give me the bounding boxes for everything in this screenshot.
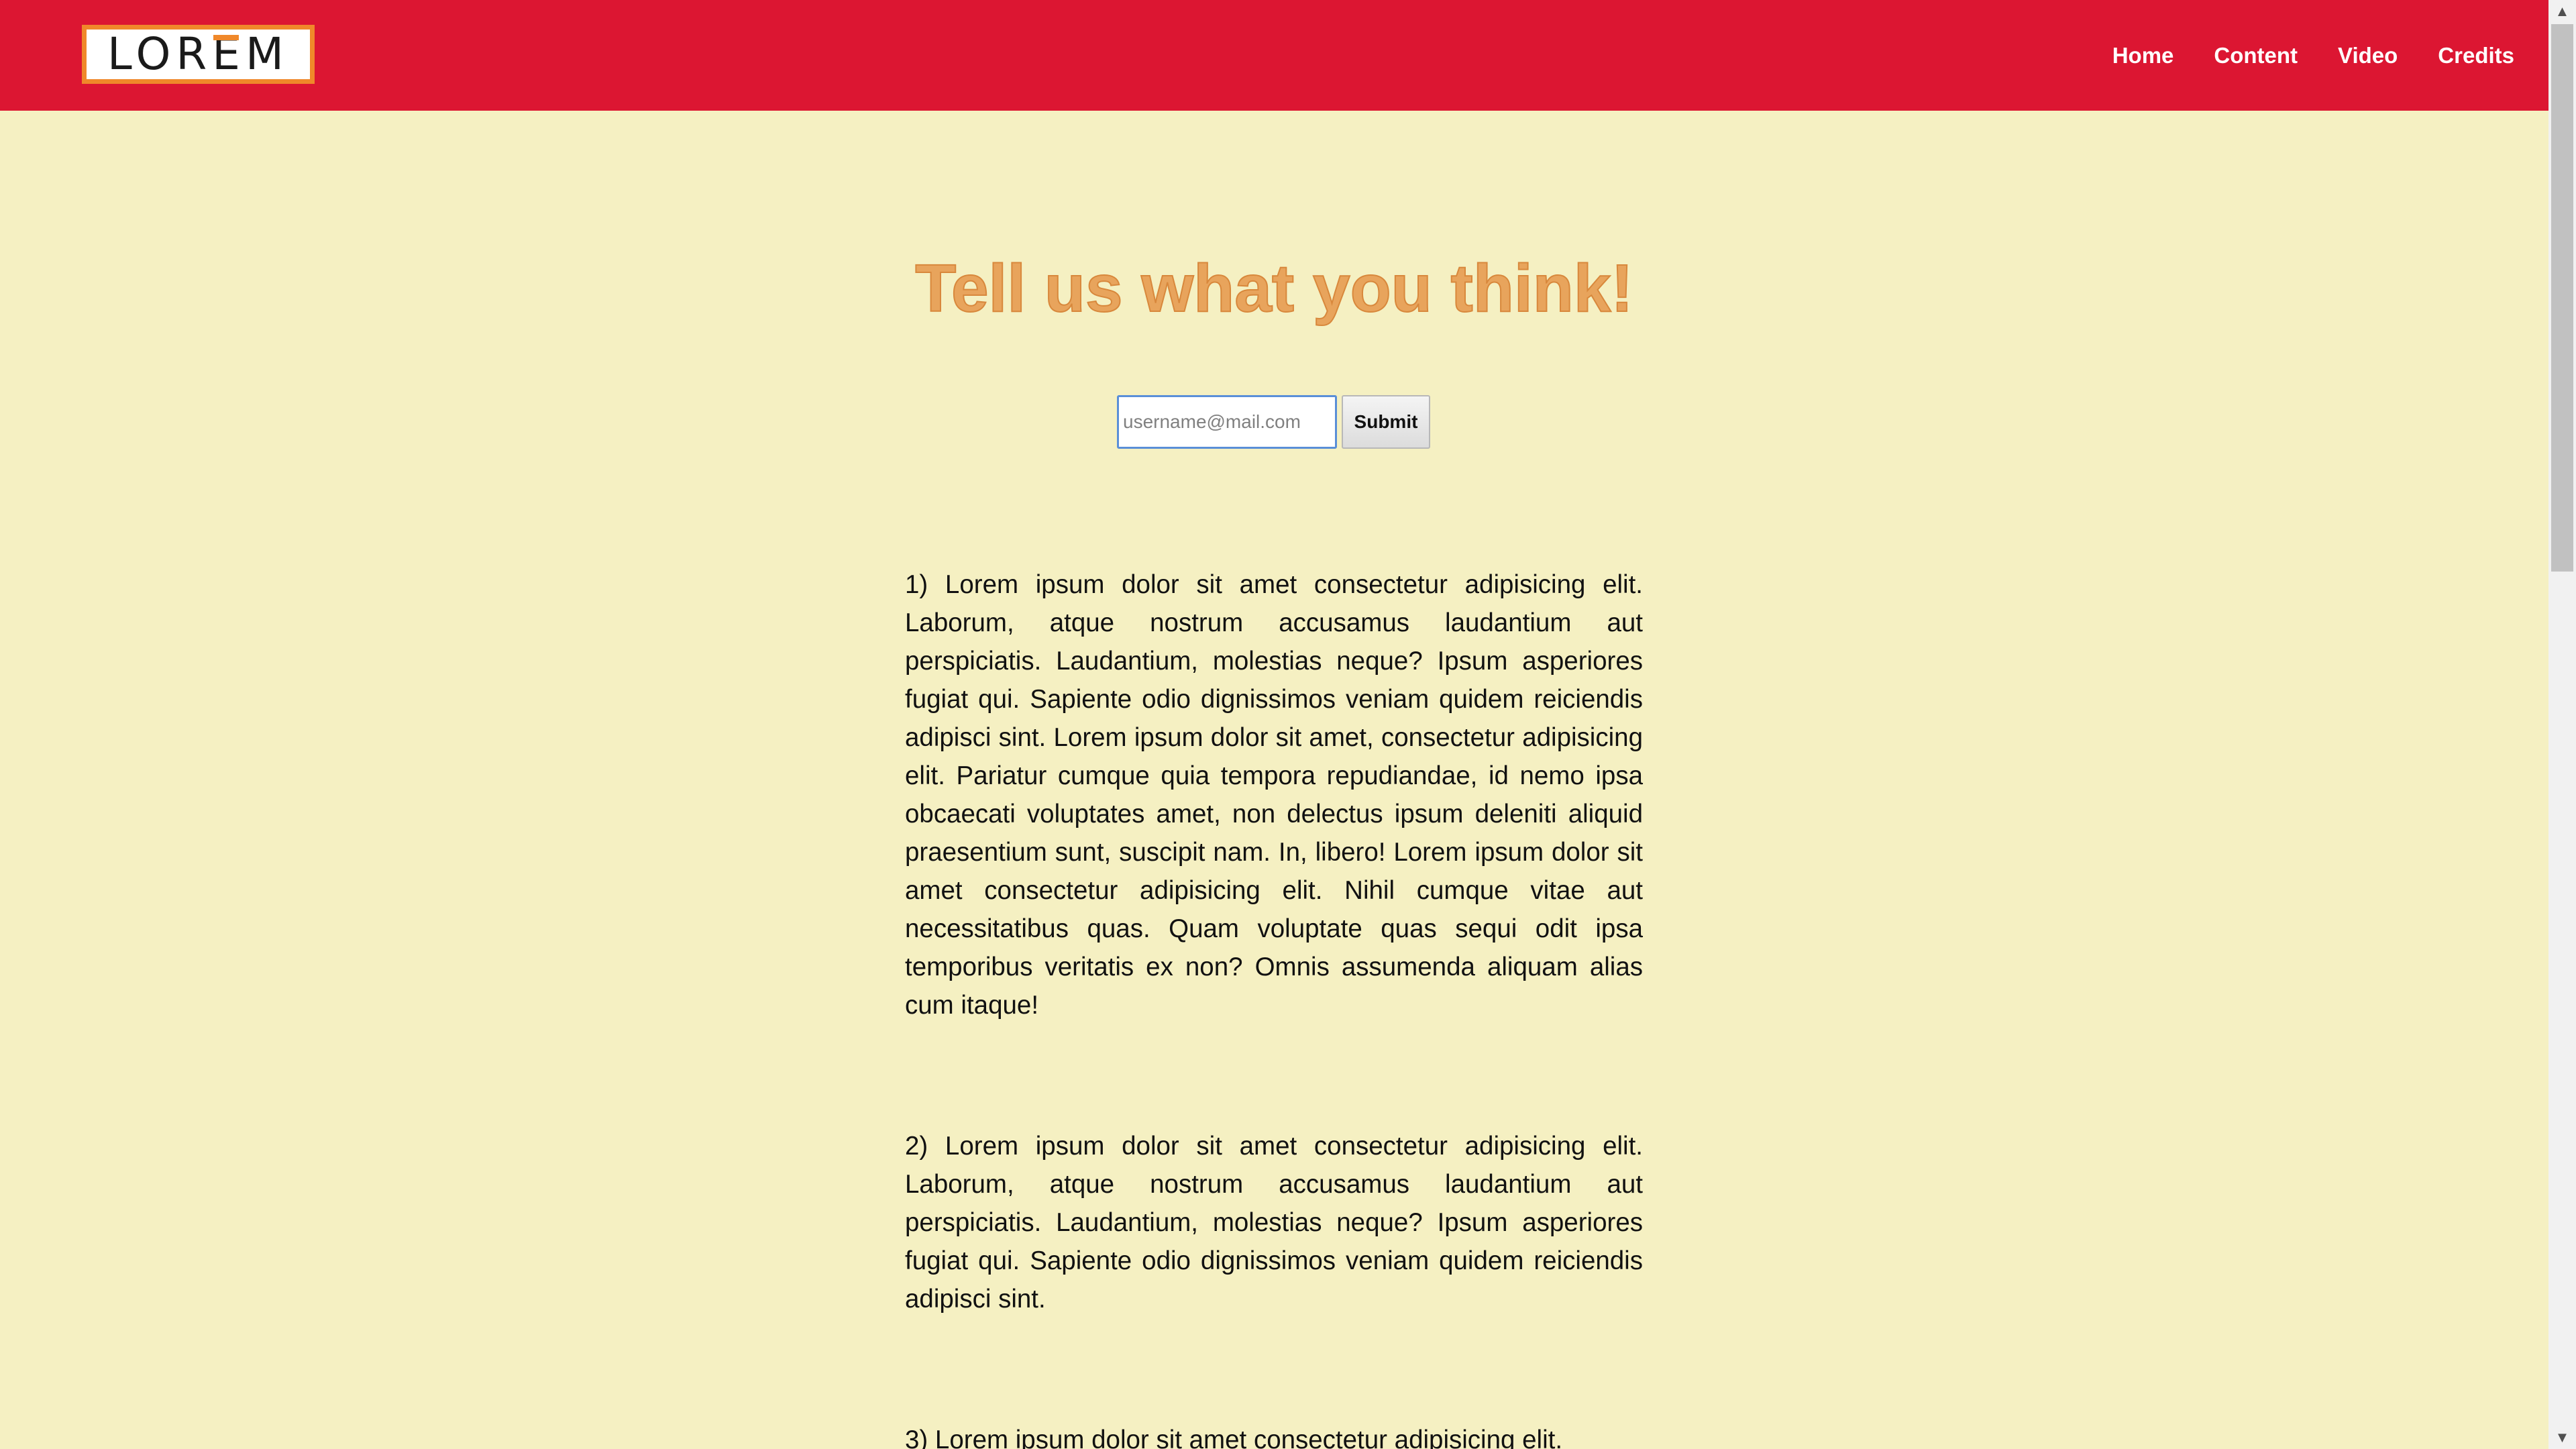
logo-letter-e: E — [212, 28, 246, 80]
logo-text: LOR E M — [107, 32, 289, 76]
paragraph-3: 3) Lorem ipsum dolor sit amet consectetu… — [905, 1426, 1563, 1449]
submit-button[interactable]: Submit — [1342, 395, 1430, 449]
feedback-form: Submit — [1117, 395, 1430, 449]
logo[interactable]: LOR E M — [82, 25, 315, 84]
scroll-up-arrow-icon[interactable]: ▲ — [2548, 0, 2576, 23]
paragraph-1: 1) Lorem ipsum dolor sit amet consectetu… — [905, 570, 1643, 1020]
scroll-down-arrow-icon[interactable]: ▼ — [2548, 1426, 2576, 1449]
scroll-thumb[interactable] — [2551, 24, 2573, 572]
logo-letters-start: LOR — [107, 28, 213, 80]
page-title: Tell us what you think! — [914, 251, 1633, 326]
nav-content-link[interactable]: Content — [2214, 43, 2298, 68]
nav-home-link[interactable]: Home — [2112, 43, 2174, 68]
nav-credits-link[interactable]: Credits — [2438, 43, 2514, 68]
logo-letter-m: M — [245, 28, 289, 80]
site-header: LOR E M Home Content Video Credits — [0, 0, 2548, 111]
main-nav: Home Content Video Credits — [2112, 0, 2514, 111]
logo-accent-bar — [213, 35, 239, 40]
paragraph-2: 2) Lorem ipsum dolor sit amet consectetu… — [905, 1132, 1643, 1313]
vertical-scrollbar[interactable]: ▲ ▼ — [2548, 0, 2576, 1449]
content-section: 1) Lorem ipsum dolor sit amet consectetu… — [905, 566, 1643, 1449]
page: LOR E M Home Content Video Credits Tell us… — [0, 0, 2576, 1449]
email-input[interactable] — [1117, 395, 1337, 449]
nav-video-link[interactable]: Video — [2338, 43, 2398, 68]
